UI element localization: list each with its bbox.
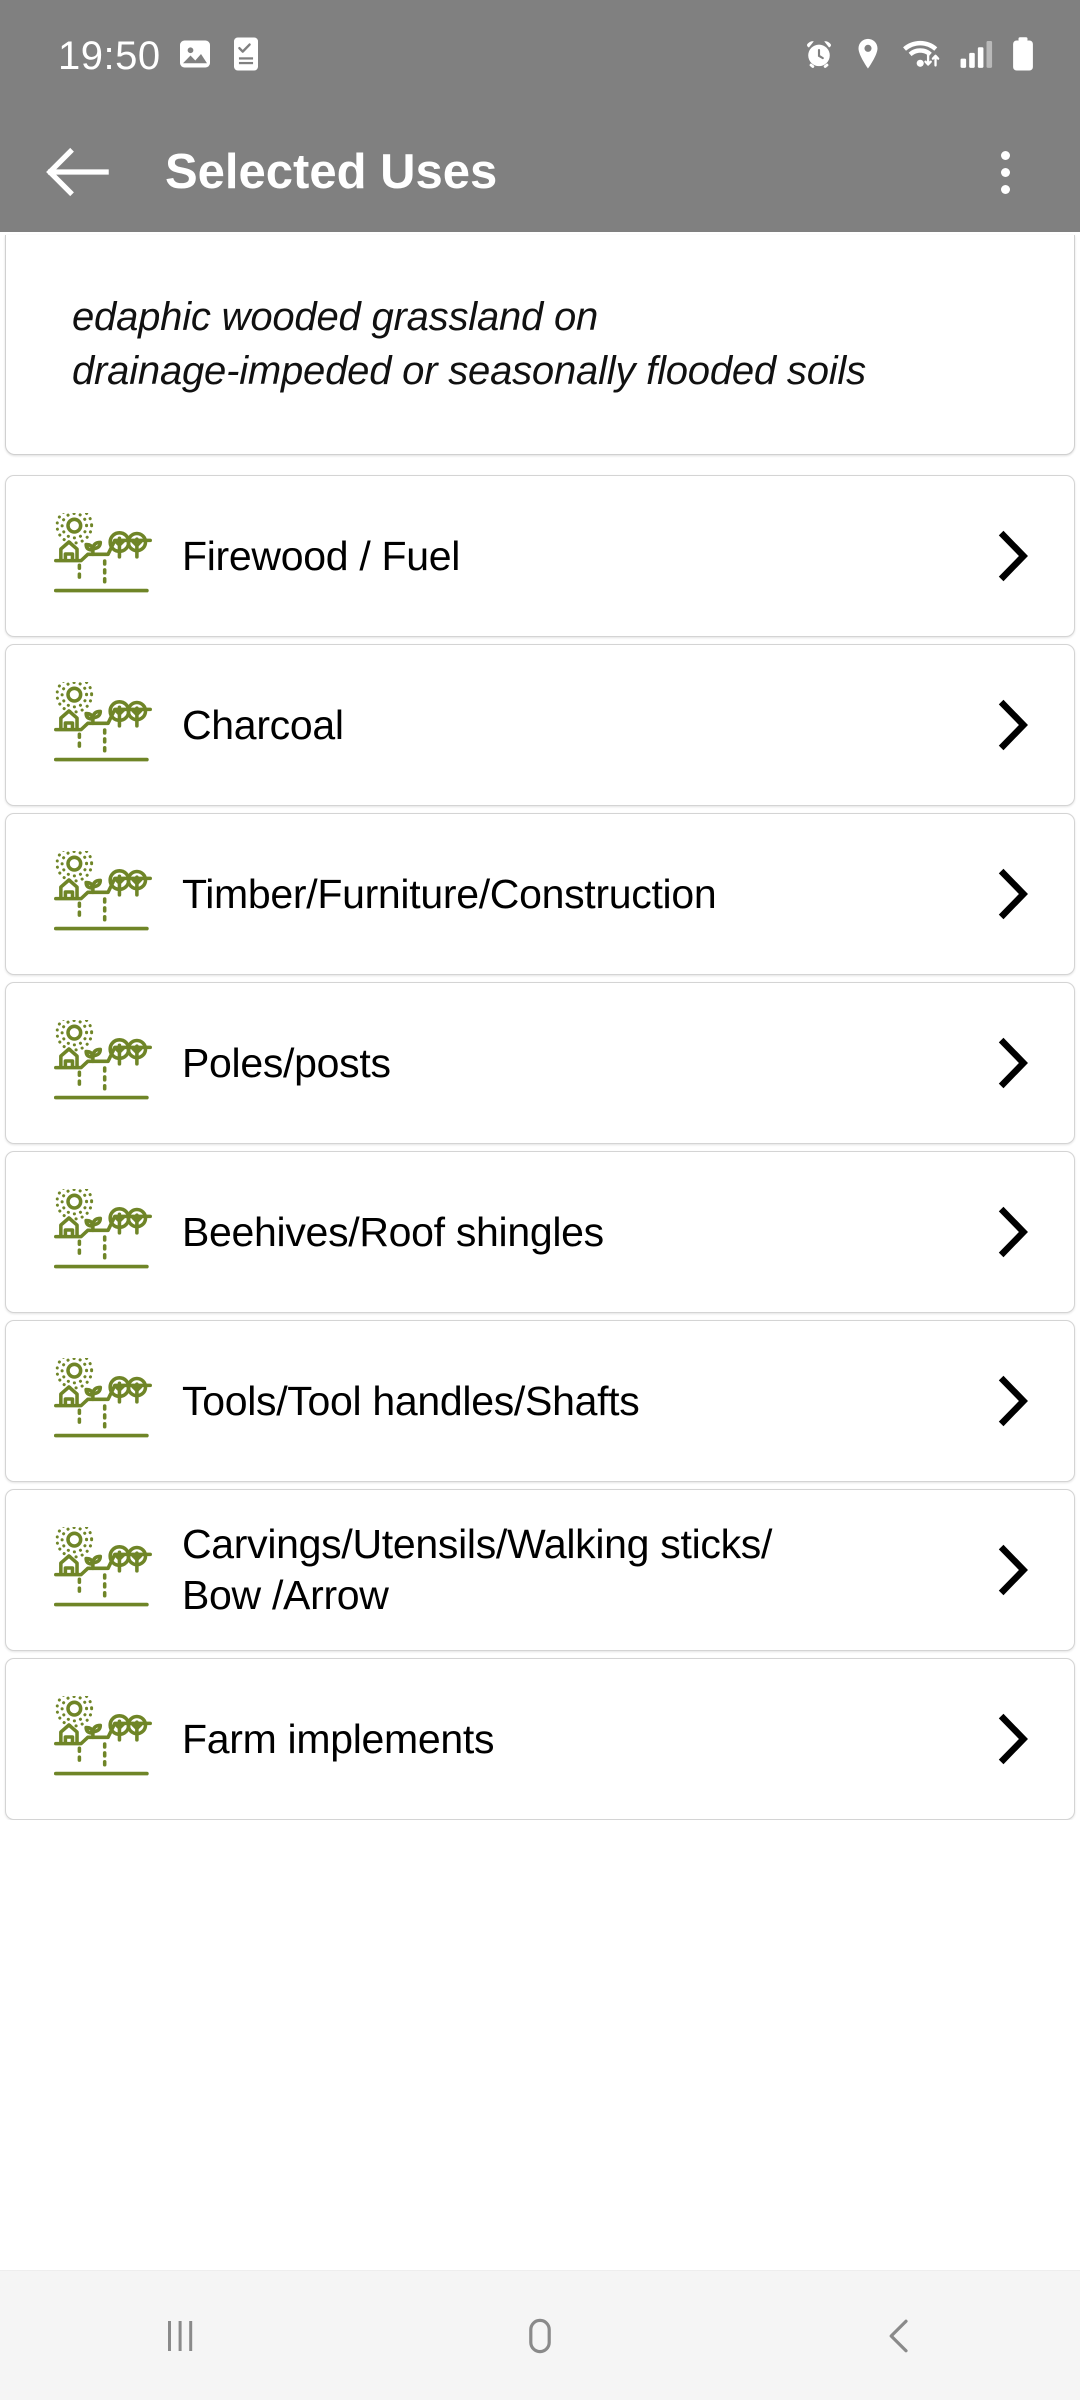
status-bar-left: 19:50 xyxy=(58,36,263,77)
battery-icon xyxy=(1010,36,1036,77)
wifi-icon xyxy=(900,37,942,76)
list-item[interactable]: Beehives/Roof shingles xyxy=(5,1151,1075,1314)
list-item-label: Poles/posts xyxy=(182,1039,391,1086)
status-bar-right xyxy=(802,36,1036,77)
list-item-label: Farm implements xyxy=(182,1715,495,1762)
list-item[interactable]: Farm implements xyxy=(5,1658,1075,1821)
habitat-description: edaphic wooded grassland on drainage-imp… xyxy=(72,295,866,393)
app-bar: Selected Uses xyxy=(0,112,1080,232)
nav-recents-button[interactable] xyxy=(90,2286,270,2386)
home-icon xyxy=(529,2318,551,2353)
chevron-right-icon xyxy=(998,1544,1028,1596)
list-item-chevron[interactable] xyxy=(984,1205,1040,1259)
nav-home-button[interactable] xyxy=(450,2286,630,2386)
list-item[interactable]: Firewood / Fuel xyxy=(5,475,1075,638)
list-item-label: Tools/Tool handles/Shafts xyxy=(182,1377,640,1424)
agroforestry-landscape-icon xyxy=(54,851,152,931)
chevron-right-icon xyxy=(998,1037,1028,1089)
system-navigation-bar xyxy=(0,2270,1080,2400)
chevron-right-icon xyxy=(998,868,1028,920)
list-item-chevron[interactable] xyxy=(984,1712,1040,1766)
list-item[interactable]: Tools/Tool handles/Shafts xyxy=(5,1320,1075,1483)
recents-icon xyxy=(168,2320,193,2351)
status-bar-clock: 19:50 xyxy=(58,34,161,78)
agroforestry-landscape-icon xyxy=(54,682,152,762)
content-spacer xyxy=(5,1820,1075,2270)
list-item-chevron[interactable] xyxy=(984,1036,1040,1090)
overflow-dot xyxy=(1000,150,1010,160)
chevron-right-icon xyxy=(998,530,1028,582)
back-arrow-icon xyxy=(46,147,109,197)
chevron-right-icon xyxy=(998,699,1028,751)
chevron-right-icon xyxy=(998,1206,1028,1258)
list-item[interactable]: Carvings/Utensils/Walking sticks/ Bow /A… xyxy=(5,1489,1075,1652)
list-item-label: Carvings/Utensils/Walking sticks/ Bow /A… xyxy=(182,1521,773,1619)
location-icon xyxy=(853,37,883,76)
content-area: edaphic wooded grassland on drainage-imp… xyxy=(0,232,1080,2270)
list-item-chevron[interactable] xyxy=(984,1543,1040,1597)
list-item[interactable]: Timber/Furniture/Construction xyxy=(5,813,1075,976)
list-item-chevron[interactable] xyxy=(984,529,1040,583)
list-item[interactable]: Poles/posts xyxy=(5,982,1075,1145)
overflow-dot xyxy=(1000,184,1010,194)
back-chevron-icon xyxy=(889,2319,908,2352)
agroforestry-landscape-icon xyxy=(54,513,152,593)
list-item-label: Beehives/Roof shingles xyxy=(182,1208,604,1255)
list-item-chevron[interactable] xyxy=(984,698,1040,752)
status-bar: 19:50 xyxy=(0,0,1080,112)
list-item-chevron[interactable] xyxy=(984,867,1040,921)
phone-check-icon xyxy=(229,36,263,77)
list-item-label: Charcoal xyxy=(182,701,344,748)
description-card: edaphic wooded grassland on drainage-imp… xyxy=(5,235,1075,456)
signal-icon xyxy=(959,37,993,76)
nav-back-button[interactable] xyxy=(810,2286,990,2386)
alarm-icon xyxy=(802,37,836,76)
list-item-chevron[interactable] xyxy=(984,1374,1040,1428)
overflow-menu-button[interactable] xyxy=(970,133,1040,211)
list-item[interactable]: Charcoal xyxy=(5,644,1075,807)
photo-icon xyxy=(177,36,213,77)
agroforestry-landscape-icon xyxy=(54,1696,152,1776)
agroforestry-landscape-icon xyxy=(54,1189,152,1269)
page-title: Selected Uses xyxy=(165,144,498,199)
list-item-label: Firewood / Fuel xyxy=(182,532,461,579)
agroforestry-landscape-icon xyxy=(54,1527,152,1607)
uses-list: Firewood / Fuel Charcoal Timber/Furnitur… xyxy=(5,475,1075,1821)
overflow-dot xyxy=(1000,167,1010,177)
agroforestry-landscape-icon xyxy=(54,1020,152,1100)
list-item-label: Timber/Furniture/Construction xyxy=(182,870,717,917)
chevron-right-icon xyxy=(998,1375,1028,1427)
chevron-right-icon xyxy=(998,1713,1028,1765)
agroforestry-landscape-icon xyxy=(54,1358,152,1438)
back-button[interactable] xyxy=(38,133,116,211)
